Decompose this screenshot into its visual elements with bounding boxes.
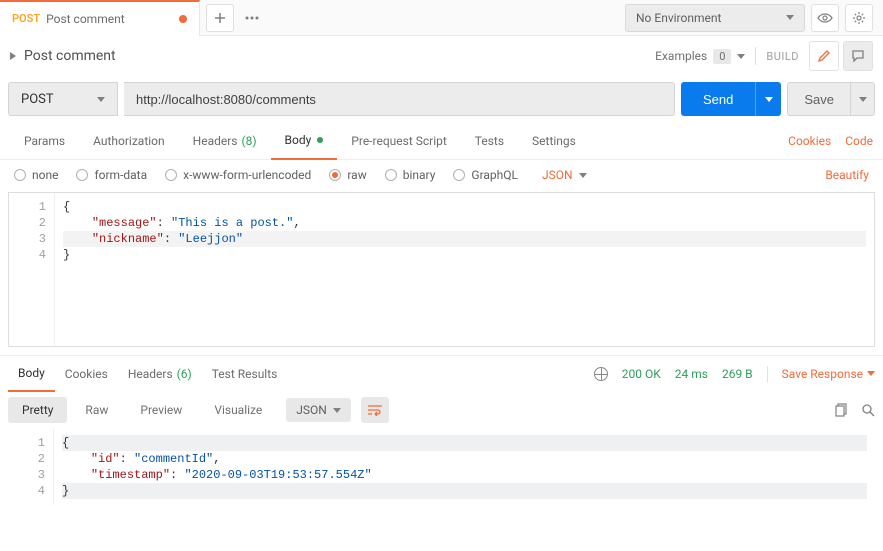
gutter: 1234 (9, 193, 55, 346)
examples-label: Examples (655, 49, 707, 63)
request-title: Post comment (24, 48, 116, 64)
send-label: Send (681, 82, 755, 116)
tab-authorization[interactable]: Authorization (79, 122, 179, 160)
save-caret[interactable] (850, 83, 874, 115)
chevron-down-icon (97, 97, 105, 102)
save-label: Save (788, 83, 850, 115)
chevron-down-icon (859, 97, 867, 102)
gutter: 1234 (8, 429, 54, 505)
cookies-link[interactable]: Cookies (788, 134, 831, 148)
tab-prerequest[interactable]: Pre-request Script (337, 122, 460, 160)
build-mode-label[interactable]: BUILD (766, 50, 799, 63)
tab-tests[interactable]: Tests (461, 122, 518, 160)
body-type-binary[interactable]: binary (385, 168, 436, 182)
examples-count: 0 (713, 49, 731, 64)
view-preview[interactable]: Preview (126, 397, 196, 423)
body-type-raw[interactable]: raw (329, 168, 366, 182)
beautify-button[interactable]: Beautify (825, 168, 869, 182)
body-type-urlencoded[interactable]: x-www-form-urlencoded (165, 168, 311, 182)
method-value: POST (21, 92, 54, 107)
wrap-lines-button[interactable] (361, 397, 389, 423)
chevron-down-icon (867, 371, 875, 376)
body-type-none[interactable]: none (14, 168, 58, 182)
environment-dropdown[interactable]: No Environment (625, 4, 805, 32)
body-active-dot-icon (317, 137, 323, 143)
copy-response-button[interactable] (835, 403, 849, 417)
response-size: 269 B (722, 367, 753, 381)
body-type-graphql[interactable]: GraphQL (453, 168, 518, 182)
comments-button[interactable] (843, 41, 873, 71)
tab-headers[interactable]: Headers (8) (179, 122, 271, 160)
save-button[interactable]: Save (787, 82, 875, 116)
tab-body[interactable]: Body (271, 122, 338, 160)
chevron-down-icon (579, 173, 587, 178)
examples-dropdown[interactable]: Examples 0 (655, 49, 745, 64)
environment-quicklook-button[interactable] (811, 4, 839, 32)
settings-button[interactable] (845, 4, 873, 32)
response-format-dropdown[interactable]: JSON (286, 398, 351, 422)
environment-label: No Environment (636, 11, 721, 25)
edit-button[interactable] (809, 41, 839, 71)
url-input[interactable] (124, 82, 675, 116)
network-icon[interactable] (594, 367, 608, 381)
method-dropdown[interactable]: POST (8, 82, 118, 116)
divider (767, 366, 768, 382)
divider (755, 47, 756, 65)
request-body-editor[interactable]: 1234 { "message": "This is a post.", "ni… (8, 192, 875, 347)
code-content[interactable]: { "id": "commentId", "timestamp": "2020-… (54, 429, 875, 505)
unsaved-dot-icon (179, 15, 187, 23)
tab-settings[interactable]: Settings (518, 122, 590, 160)
chevron-down-icon (786, 15, 794, 20)
tab-params[interactable]: Params (10, 122, 79, 160)
chevron-down-icon (333, 408, 341, 413)
send-button[interactable]: Send (681, 82, 781, 116)
new-tab-button[interactable] (206, 4, 234, 32)
body-type-formdata[interactable]: form-data (76, 168, 147, 182)
chevron-down-icon (765, 97, 773, 102)
view-raw[interactable]: Raw (71, 397, 122, 423)
response-time: 24 ms (675, 367, 708, 381)
response-body-editor[interactable]: 1234 { "id": "commentId", "timestamp": "… (8, 429, 875, 505)
tab-overflow-button[interactable] (238, 4, 266, 32)
resp-tab-body[interactable]: Body (8, 356, 55, 392)
resp-tab-headers[interactable]: Headers (6) (118, 356, 202, 392)
view-pretty[interactable]: Pretty (8, 397, 67, 423)
tab-title: Post comment (46, 12, 125, 26)
search-response-button[interactable] (861, 403, 875, 417)
chevron-down-icon (737, 54, 745, 59)
view-visualize[interactable]: Visualize (200, 397, 276, 423)
expand-toggle-icon[interactable] (10, 52, 16, 60)
code-link[interactable]: Code (845, 134, 873, 148)
save-response-dropdown[interactable]: Save Response (782, 367, 875, 381)
resp-tab-cookies[interactable]: Cookies (55, 356, 118, 392)
status-code: 200 OK (622, 367, 661, 381)
resp-tab-testresults[interactable]: Test Results (202, 356, 288, 392)
body-content-type-dropdown[interactable]: JSON (542, 168, 587, 182)
tab-method: POST (12, 12, 40, 25)
code-content[interactable]: { "message": "This is a post.", "nicknam… (55, 193, 874, 346)
send-caret[interactable] (755, 82, 781, 116)
request-tab[interactable]: POST Post comment (0, 0, 200, 36)
